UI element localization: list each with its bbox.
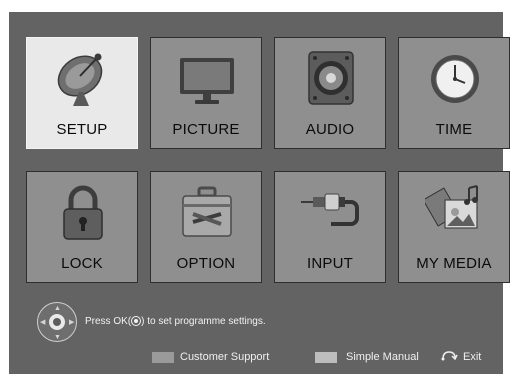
customer-support-key-icon: [152, 352, 174, 363]
tv-menu-screen: SETUP PICTURE AUDIO TIME LOCK OPTION INP…: [9, 12, 510, 374]
simple-manual-key-icon: [315, 352, 337, 363]
menu-tile-label: MY MEDIA: [416, 255, 492, 272]
remote-dpad-icon: ▲ ▼ ◀ ▶: [37, 302, 77, 342]
menu-tile-time[interactable]: TIME: [398, 37, 510, 149]
menu-tile-label: TIME: [435, 121, 473, 138]
menu-tile-label: LOCK: [61, 255, 103, 272]
menu-tile-setup[interactable]: SETUP: [26, 37, 138, 149]
customer-support-label[interactable]: Customer Support: [180, 351, 269, 363]
menu-tile-label: AUDIO: [305, 121, 355, 138]
av-cable-icon: [301, 193, 359, 226]
ok-button-icon: [131, 316, 142, 326]
menu-tile-label: OPTION: [176, 255, 236, 272]
hint-text: Press OK( ) to set programme settings.: [85, 316, 266, 327]
menu-tile-my-media[interactable]: MY MEDIA: [398, 171, 510, 283]
speaker-icon: [308, 51, 354, 105]
menu-tile-label: SETUP: [56, 121, 108, 138]
padlock-icon: [63, 185, 103, 240]
simple-manual-label[interactable]: Simple Manual: [346, 351, 419, 363]
exit-label[interactable]: Exit: [463, 351, 481, 363]
toolbox-icon: [182, 186, 232, 237]
hint-text-suffix: ) to set programme settings.: [141, 316, 266, 327]
clock-icon: [431, 55, 479, 103]
hint-text-prefix: Press OK(: [85, 316, 132, 327]
media-photo-music-icon: [425, 185, 478, 229]
tv-monitor-icon: [180, 58, 234, 104]
menu-tile-audio[interactable]: AUDIO: [274, 37, 386, 149]
satellite-dish-icon: [57, 53, 103, 106]
menu-tile-label: INPUT: [307, 255, 353, 272]
return-exit-icon: [441, 351, 458, 361]
menu-tile-lock[interactable]: LOCK: [26, 171, 138, 283]
menu-tile-input[interactable]: INPUT: [274, 171, 386, 283]
menu-tile-label: PICTURE: [172, 121, 240, 138]
main-menu-grid: SETUP PICTURE AUDIO TIME LOCK OPTION INP…: [26, 37, 510, 290]
menu-tile-picture[interactable]: PICTURE: [150, 37, 262, 149]
menu-tile-option[interactable]: OPTION: [150, 171, 262, 283]
